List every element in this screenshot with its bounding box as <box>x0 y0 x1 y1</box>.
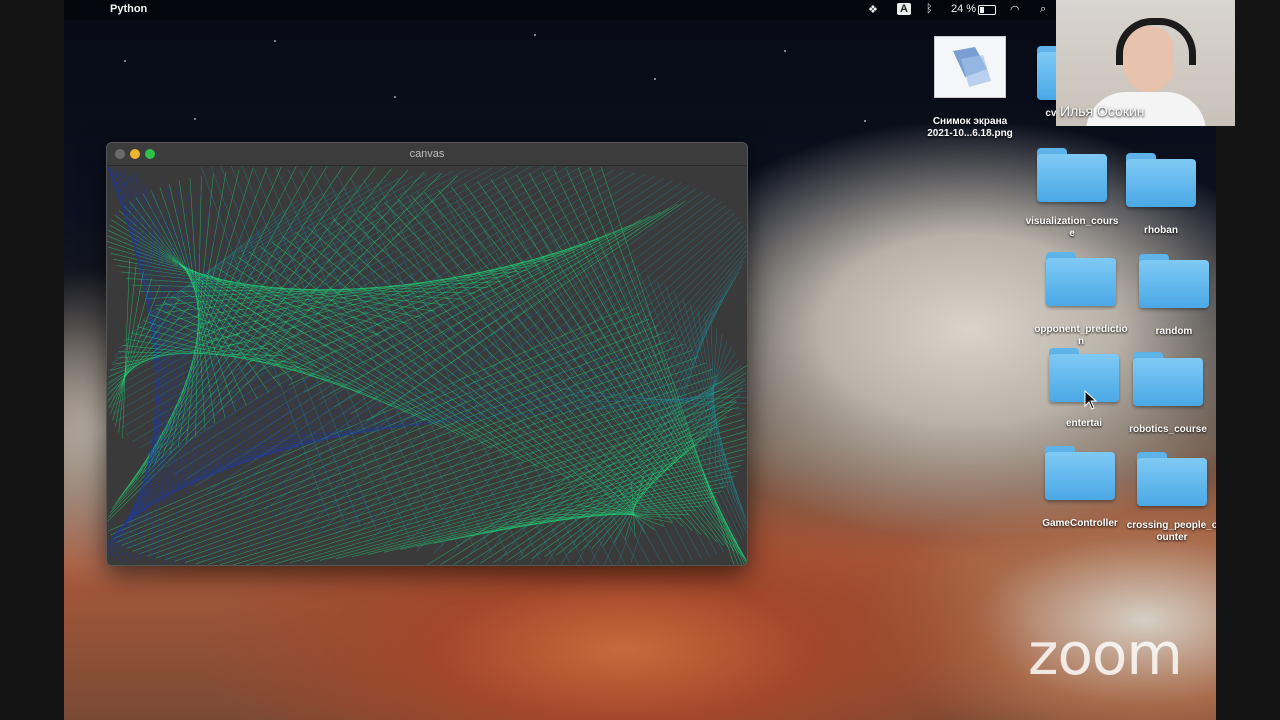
canvas-drawing <box>107 166 747 565</box>
star <box>534 34 536 36</box>
star <box>864 120 866 122</box>
battery-percent: 24 % <box>951 3 977 15</box>
star <box>194 118 196 120</box>
folder-crossing-people-counter[interactable]: crossing_people_counter <box>1124 452 1216 544</box>
window-titlebar[interactable]: canvas <box>107 143 747 166</box>
webcam-video[interactable]: Илья Осокин <box>1056 0 1235 126</box>
folder-visualization-course[interactable]: visualization_course <box>1024 148 1120 240</box>
star <box>654 78 656 80</box>
folder-label: visualization_course <box>1025 216 1119 239</box>
headphones-icon <box>1116 18 1196 65</box>
desktop-file-screenshot[interactable]: Снимок экрана 2021-10...6.18.png <box>920 36 1020 140</box>
folder-icon <box>1046 252 1116 306</box>
folder-label: random <box>1155 326 1193 337</box>
star <box>784 50 786 52</box>
folder-random[interactable]: random <box>1126 254 1216 338</box>
star <box>124 60 126 62</box>
folder-opponent-prediction[interactable]: opponent_prediction <box>1033 252 1129 348</box>
mouse-cursor-icon <box>1084 390 1098 410</box>
search-icon[interactable]: ⌕ <box>1040 3 1046 16</box>
star <box>274 40 276 42</box>
folder-icon <box>1137 452 1207 506</box>
dropbox-icon[interactable]: ❖ <box>868 3 878 16</box>
file-label-line1: Снимок экрана <box>932 116 1008 127</box>
folder-label: entertai <box>1065 418 1103 429</box>
folder-icon <box>1037 148 1107 202</box>
wifi-icon[interactable]: ◠ <box>1010 3 1020 16</box>
folder-icon <box>1139 254 1209 308</box>
star <box>394 96 396 98</box>
folder-label: rhoban <box>1144 225 1178 236</box>
folder-icon <box>1133 352 1203 406</box>
folder-entertai[interactable]: entertai <box>1036 348 1132 430</box>
folder-label: robotics_course <box>1129 424 1207 435</box>
folder-label: GameController <box>1042 518 1118 529</box>
battery-icon[interactable] <box>978 5 996 15</box>
participant-name: Илья Осокин <box>1060 103 1145 119</box>
image-thumbnail-icon <box>934 36 1006 98</box>
folder-gamecontroller[interactable]: GameController <box>1032 446 1128 530</box>
bluetooth-icon[interactable]: ᛒ <box>926 3 933 15</box>
menu-bar: Python ❖ A ᛒ 24 % ◠ ⌕ <box>64 0 1216 20</box>
folder-label: opponent_prediction <box>1034 324 1128 347</box>
keyboard-input-icon[interactable]: A <box>897 3 911 15</box>
file-label-line2: 2021-10...6.18.png <box>927 128 1013 139</box>
window-title: canvas <box>409 148 445 160</box>
folder-label: crossing_people_counter <box>1126 520 1216 543</box>
zoom-logo: zoom <box>1028 620 1183 688</box>
desktop-screen: Python ❖ A ᛒ 24 % ◠ ⌕ canvas Снимок экра… <box>64 0 1216 720</box>
menu-app-name[interactable]: Python <box>110 3 147 15</box>
folder-icon <box>1126 153 1196 207</box>
folder-robotics-course[interactable]: robotics_course <box>1120 352 1216 436</box>
folder-rhoban[interactable]: rhoban <box>1113 153 1209 237</box>
canvas-window[interactable]: canvas <box>106 142 748 566</box>
folder-icon <box>1045 446 1115 500</box>
